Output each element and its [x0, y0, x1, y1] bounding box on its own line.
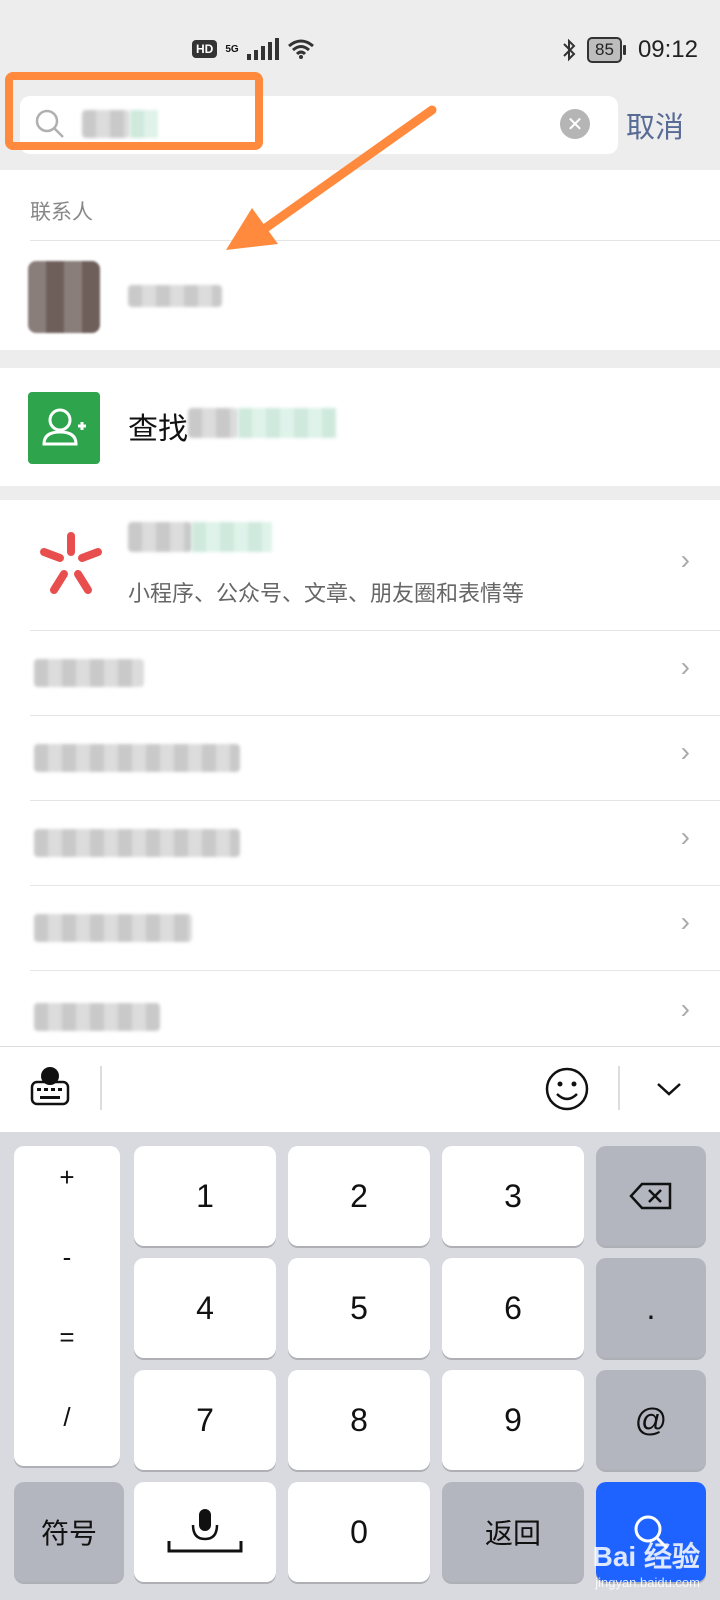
symbol-key[interactable]: 符号: [14, 1482, 124, 1582]
microphone-key[interactable]: [134, 1482, 276, 1582]
cancel-button[interactable]: 取消: [626, 104, 684, 146]
annotation-highlight-box: [5, 72, 263, 150]
key-2[interactable]: 2: [288, 1146, 430, 1246]
search-feature-subtitle: 小程序、公众号、文章、朋友圈和表情等: [128, 582, 525, 607]
list-item-redacted: [34, 659, 144, 687]
chevron-right-icon: ›: [680, 993, 690, 1024]
key-0[interactable]: 0: [288, 1482, 430, 1582]
list-item-redacted: [34, 829, 240, 857]
key-9[interactable]: 9: [442, 1370, 584, 1470]
find-account-redacted: [188, 408, 238, 438]
chevron-right-icon: ›: [680, 906, 690, 937]
chevron-right-icon: ›: [680, 736, 690, 767]
toolbar-divider: [100, 1066, 102, 1110]
key-7[interactable]: 7: [134, 1370, 276, 1470]
toolbar-divider: [618, 1066, 620, 1110]
emoji-icon[interactable]: [544, 1066, 590, 1112]
keyboard-toolbar: [0, 1046, 720, 1133]
clock: 09:12: [637, 36, 698, 63]
key-8[interactable]: 8: [288, 1370, 430, 1470]
watermark-url: jingyan.baidu.com: [595, 1575, 700, 1590]
microphone-icon: [167, 1509, 243, 1553]
find-account-label: 查找: [128, 412, 188, 447]
clear-search-button[interactable]: ✕: [560, 109, 590, 139]
symbol-column[interactable]: + - = /: [14, 1146, 120, 1466]
chevron-right-icon: ›: [680, 651, 690, 682]
find-account-redacted-2: [238, 408, 336, 438]
backspace-key[interactable]: [596, 1146, 706, 1246]
contacts-section-title: 联系人: [30, 200, 93, 224]
key-3[interactable]: 3: [442, 1146, 584, 1246]
watermark-brand: Bai 经验: [592, 1541, 700, 1572]
list-item[interactable]: ›: [0, 716, 720, 800]
contact-name-redacted: [128, 285, 222, 307]
list-item[interactable]: ›: [0, 971, 720, 1046]
status-left: HD 5G: [192, 38, 315, 60]
list-item[interactable]: ›: [0, 631, 720, 715]
key-4[interactable]: 4: [134, 1258, 276, 1358]
key-dot[interactable]: .: [596, 1258, 706, 1358]
keyboard-globe-icon[interactable]: [28, 1064, 72, 1108]
search-feature-title-redacted-2: [192, 522, 272, 552]
find-account-row[interactable]: 查找: [0, 368, 720, 486]
key-slash[interactable]: /: [14, 1402, 120, 1433]
key-equals[interactable]: =: [14, 1322, 120, 1353]
list-item[interactable]: ›: [0, 886, 720, 970]
signal-icon: [246, 38, 279, 60]
search-feature-title-redacted: [128, 522, 192, 552]
key-minus[interactable]: -: [14, 1242, 120, 1273]
list-item-redacted: [34, 914, 192, 942]
key-5[interactable]: 5: [288, 1258, 430, 1358]
baidu-watermark: Bai 经验 jingyan.baidu.com: [593, 1535, 700, 1590]
key-plus[interactable]: +: [14, 1162, 120, 1193]
wifi-icon: [287, 39, 314, 59]
hd-indicator: HD: [192, 40, 218, 58]
contact-avatar: [28, 261, 100, 333]
list-item-redacted: [34, 1003, 160, 1031]
search-feature-logo-icon: [40, 532, 102, 594]
back-key[interactable]: 返回: [442, 1482, 584, 1582]
key-6[interactable]: 6: [442, 1258, 584, 1358]
network-indicator: 5G: [225, 43, 239, 55]
key-1[interactable]: 1: [134, 1146, 276, 1246]
status-right: 85 09:12: [561, 36, 698, 64]
key-at[interactable]: @: [596, 1370, 706, 1470]
backspace-icon: [629, 1182, 672, 1210]
list-item[interactable]: ›: [0, 801, 720, 885]
chevron-down-icon[interactable]: [654, 1078, 684, 1100]
chevron-right-icon: ›: [680, 544, 690, 575]
search-feature-row[interactable]: 小程序、公众号、文章、朋友圈和表情等 ›: [0, 500, 720, 630]
battery-indicator: 85: [587, 37, 626, 63]
bluetooth-icon: [563, 38, 576, 62]
add-friend-icon: [28, 392, 100, 464]
contact-row[interactable]: [0, 241, 720, 349]
list-item-redacted: [34, 744, 240, 772]
chevron-right-icon: ›: [680, 821, 690, 852]
